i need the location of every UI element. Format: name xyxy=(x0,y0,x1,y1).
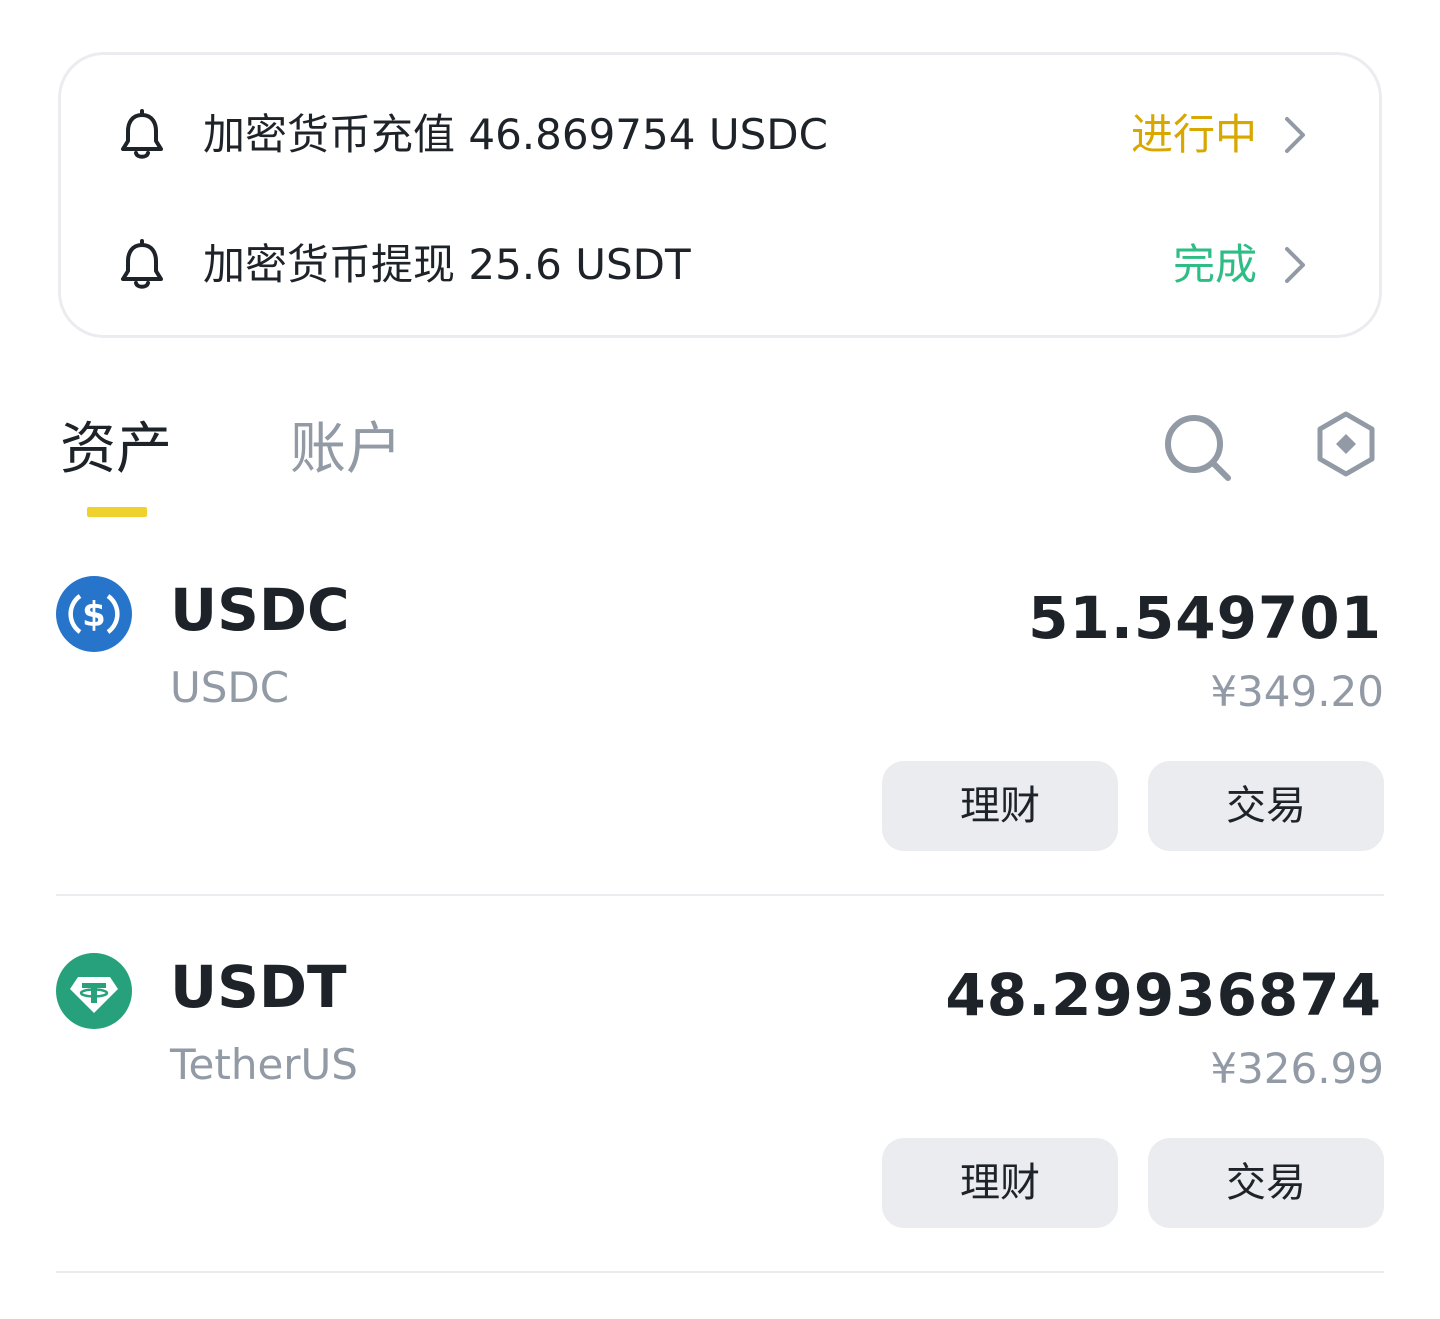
notification-deposit[interactable]: 加密货币充值 46.869754 USDC 进行中 xyxy=(61,95,1379,175)
chevron-right-icon xyxy=(1285,247,1305,283)
tab-assets[interactable]: 资产 xyxy=(60,412,172,488)
asset-row-usdc[interactable]: $ USDC USDC 51.549701 ¥349.20 理财 交易 xyxy=(56,560,1384,938)
status-done: 完成 xyxy=(1172,240,1257,289)
coin-symbol: USDT xyxy=(170,953,347,1021)
bell-icon xyxy=(121,239,163,289)
trade-button[interactable]: 交易 xyxy=(1148,761,1384,851)
coin-symbol: USDC xyxy=(170,576,350,644)
divider xyxy=(56,894,1384,896)
coin-name: TetherUS xyxy=(170,1040,358,1089)
coin-fiat-value: ¥326.99 xyxy=(1210,1044,1384,1093)
usdt-coin-icon xyxy=(56,953,132,1029)
trade-button[interactable]: 交易 xyxy=(1148,1138,1384,1228)
bell-icon xyxy=(121,109,163,159)
status-pending: 进行中 xyxy=(1130,110,1257,159)
svg-text:$: $ xyxy=(82,595,106,635)
coin-name: USDC xyxy=(170,663,290,712)
notification-card: 加密货币充值 46.869754 USDC 进行中 加密货币提现 25.6 US… xyxy=(58,52,1382,338)
coin-amount: 51.549701 xyxy=(1028,584,1382,652)
usdc-coin-icon: $ xyxy=(56,576,132,652)
chevron-right-icon xyxy=(1285,117,1305,153)
search-icon[interactable] xyxy=(1160,410,1236,486)
coin-amount: 48.29936874 xyxy=(945,961,1382,1029)
notification-text: 加密货币充值 46.869754 USDC xyxy=(203,110,828,159)
earn-button[interactable]: 理财 xyxy=(882,1138,1118,1228)
notification-withdrawal[interactable]: 加密货币提现 25.6 USDT 完成 xyxy=(61,225,1379,305)
tab-account[interactable]: 账户 xyxy=(290,412,402,488)
hexagon-settings-icon[interactable] xyxy=(1312,410,1380,478)
assets-page: 加密货币充值 46.869754 USDC 进行中 加密货币提现 25.6 US… xyxy=(0,0,1440,1319)
earn-button[interactable]: 理财 xyxy=(882,761,1118,851)
asset-row-usdt[interactable]: USDT TetherUS 48.29936874 ¥326.99 理财 交易 xyxy=(56,937,1384,1315)
active-tab-indicator xyxy=(87,507,147,517)
divider xyxy=(56,1271,1384,1273)
notification-text: 加密货币提现 25.6 USDT xyxy=(203,240,691,289)
coin-fiat-value: ¥349.20 xyxy=(1210,667,1384,716)
